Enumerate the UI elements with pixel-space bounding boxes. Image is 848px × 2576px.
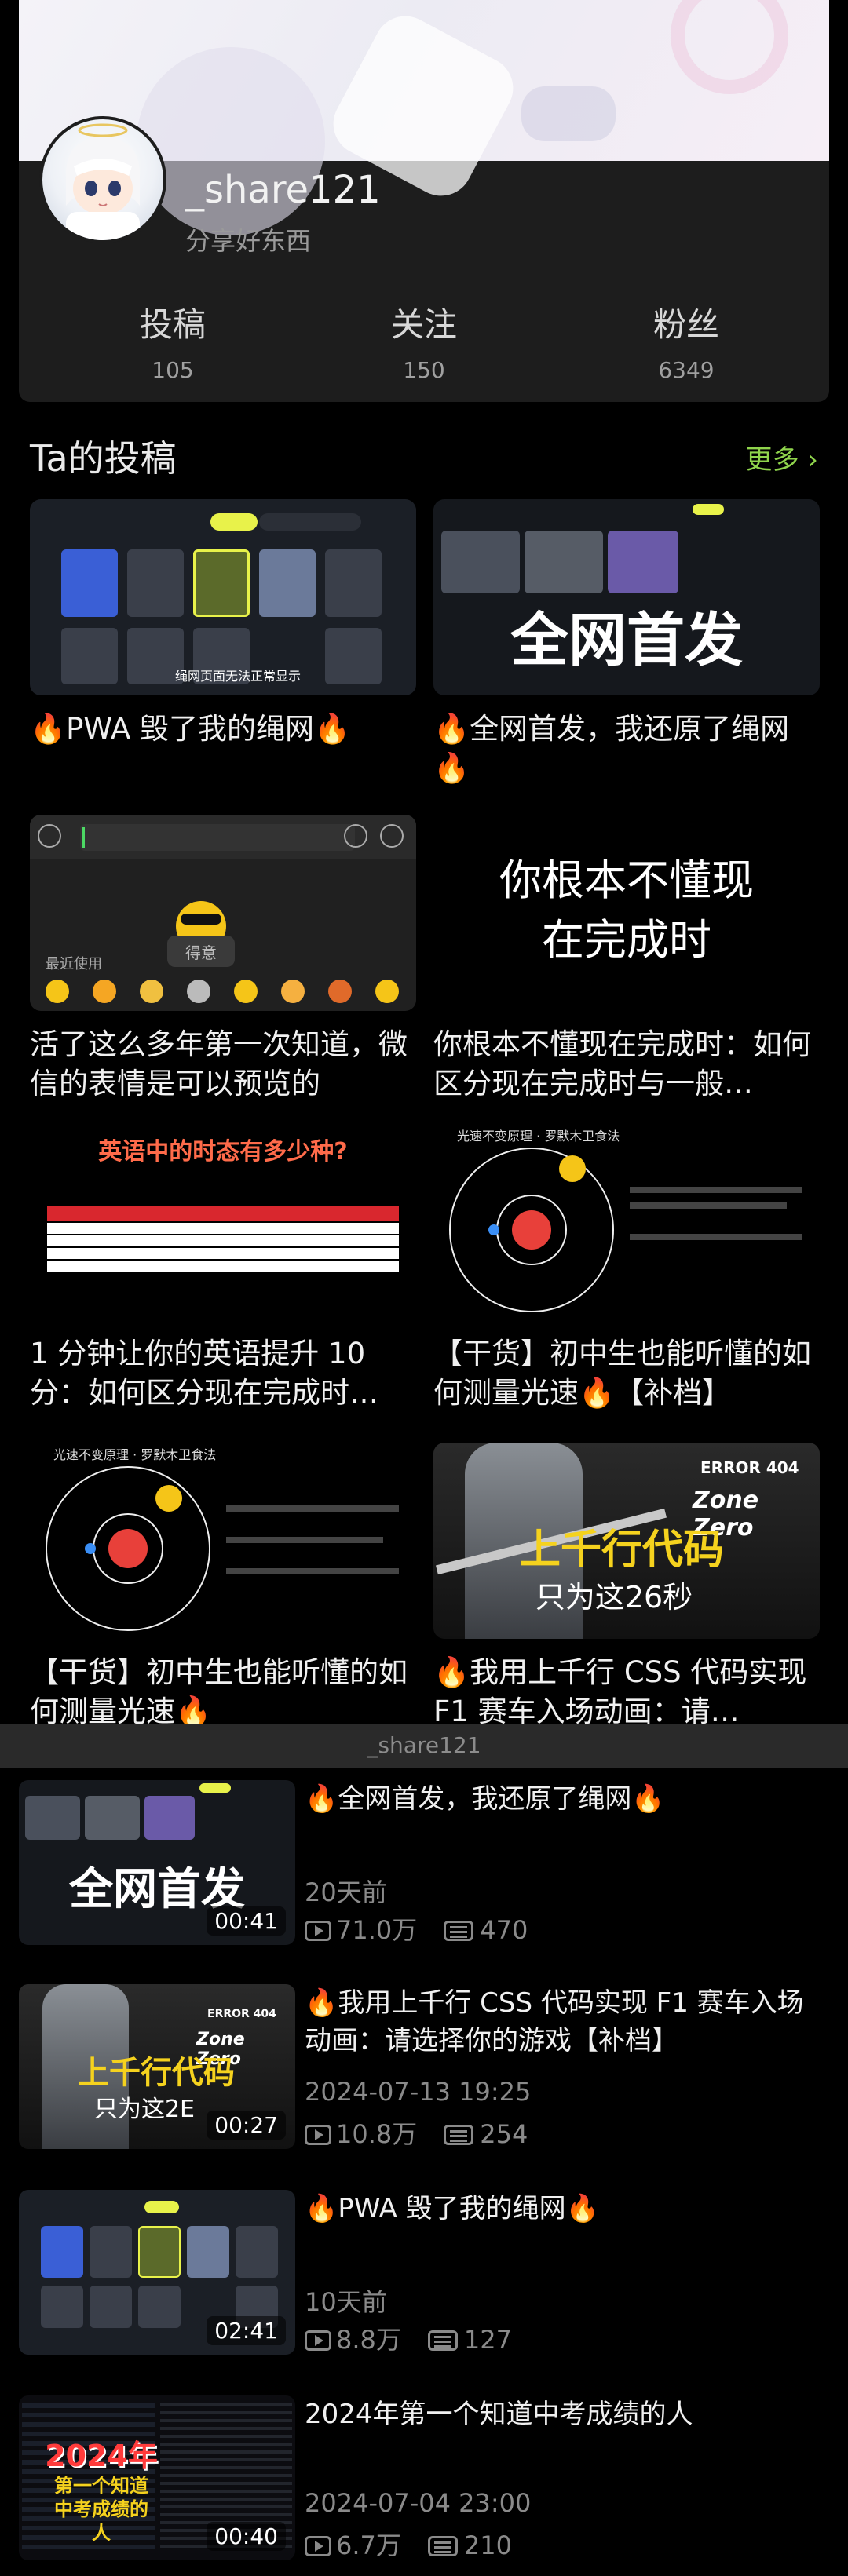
stat-label: 粉丝 <box>652 305 719 344</box>
publish-date: 20天前 <box>305 1877 387 1907</box>
thumb-caption: 光速不变原理 · 罗默木卫食法 <box>457 1129 620 1144</box>
video-thumbnail: 全网首发 00:41 <box>19 1780 295 1945</box>
thumb-caption: 你根本不懂现在完成时 <box>499 856 754 965</box>
video-thumbnail: 光速不变原理 · 罗默木卫食法 <box>30 1443 416 1639</box>
video-stats: 8.8万 127 <box>305 2320 512 2356</box>
list-item[interactable]: 2024年 第一个知道中考成绩的人 00:40 2024年第一个知道中考成绩的人… <box>0 2395 848 2568</box>
view-count: 8.8万 <box>336 2325 401 2355</box>
stat-label: 关注 <box>390 305 457 344</box>
duration-badge: 00:27 <box>207 2111 286 2140</box>
play-count-icon <box>305 1921 331 1941</box>
list-item[interactable]: 02:41 🔥PWA 毁了我的绳网🔥 10天前 8.8万 127 <box>0 2190 848 2363</box>
video-stats: 10.8万 254 <box>305 2114 528 2151</box>
publish-date: 10天前 <box>305 2287 387 2317</box>
profile-card: _share121 分享好东西 投稿 105 关注 150 粉丝 6349 <box>19 0 829 402</box>
view-count: 10.8万 <box>336 2119 418 2149</box>
stat-posts[interactable]: 投稿 105 <box>86 298 259 383</box>
view-count: 71.0万 <box>336 1915 418 1945</box>
video-thumbnail: ERROR 404 Zone Zero 上千行代码 只为这2E 00:27 <box>19 1984 295 2149</box>
video-thumbnail: 02:41 <box>19 2190 295 2355</box>
video-title: 【干货】初中生也能听懂的如何测量光速🔥 <box>30 1655 408 1728</box>
stat-value: 6349 <box>658 357 715 383</box>
thumb-sub: 最近使用 <box>46 956 102 972</box>
list-item[interactable]: 全网首发 00:41 🔥全网首发，我还原了绳网🔥 20天前 71.0万 470 <box>0 1780 848 1953</box>
play-count-icon <box>305 2125 331 2145</box>
list-item[interactable]: ERROR 404 Zone Zero 上千行代码 只为这2E 00:27 🔥我… <box>0 1984 848 2157</box>
stat-followers[interactable]: 粉丝 6349 <box>600 298 773 383</box>
comment-count: 254 <box>480 2119 528 2149</box>
video-title: 活了这么多年第一次知道，微信的表情是可以预览的 <box>30 1027 408 1100</box>
video-thumbnail: ERROR 404 Zone Zero 上千行代码 只为这26秒 <box>433 1443 820 1639</box>
stat-value: 105 <box>152 357 194 383</box>
play-count-icon <box>305 2330 331 2351</box>
duration-badge: 02:41 <box>207 2316 286 2345</box>
view-count: 6.7万 <box>336 2530 401 2560</box>
danmaku-icon <box>427 2536 458 2556</box>
danmaku-icon <box>444 1921 474 1941</box>
video-thumbnail: 英语中的时态有多少种? <box>30 1124 416 1320</box>
avatar[interactable] <box>39 116 166 243</box>
comment-count: 127 <box>463 2325 512 2355</box>
video-title: 你根本不懂现在完成时：如何区分现在完成时与一般… <box>433 1027 811 1100</box>
danmaku-icon <box>444 2125 474 2145</box>
video-title: 🔥我用上千行 CSS 代码实现 F1 赛车入场动画：请… <box>433 1655 807 1728</box>
video-title: 🔥PWA 毁了我的绳网🔥 <box>305 2193 599 2224</box>
video-title: 🔥我用上千行 CSS 代码实现 F1 赛车入场动画：请选择你的游戏【补档】 <box>305 1987 804 2056</box>
duration-badge: 00:41 <box>207 1906 286 1936</box>
video-title: 🔥PWA 毁了我的绳网🔥 <box>30 712 351 746</box>
duration-badge: 00:40 <box>207 2522 286 2551</box>
publish-date: 2024-07-04 23:00 <box>305 2488 532 2518</box>
thumb-caption: 上千行代码 <box>78 2055 235 2091</box>
bio: 分享好东西 <box>185 226 312 256</box>
video-thumbnail: 2024年 第一个知道中考成绩的人 00:40 <box>19 2395 295 2560</box>
section-title: Ta的投稿 <box>30 437 177 480</box>
thumb-caption: 上千行代码 <box>520 1527 725 1574</box>
video-title: 1 分钟让你的英语提升 10 分：如何区分现在完成时… <box>30 1337 378 1410</box>
thumb-caption: 英语中的时态有多少种? <box>98 1138 348 1166</box>
publish-date: 2024-07-13 19:25 <box>305 2077 532 2107</box>
stat-following[interactable]: 关注 150 <box>338 298 510 383</box>
video-title: 【干货】初中生也能听懂的如何测量光速🔥【补档】 <box>433 1337 811 1410</box>
danmaku-icon <box>427 2330 458 2351</box>
username: _share121 <box>185 168 381 212</box>
thumb-caption: 全网首发 <box>510 607 743 674</box>
thumb-caption: 得意 <box>185 943 217 962</box>
thumb-caption: 绳网页面无法正常显示 <box>174 669 301 684</box>
play-count-icon <box>305 2536 331 2556</box>
video-title: 🔥全网首发，我还原了绳网🔥 <box>305 1783 665 1815</box>
thumb-sub: 只为这2E <box>93 2096 196 2123</box>
video-stats: 71.0万 470 <box>305 1910 528 1947</box>
more-link[interactable]: 更多 › <box>746 438 818 476</box>
sticky-username-bar: _share121 <box>0 1724 848 1768</box>
thumb-caption: 光速不变原理 · 罗默木卫食法 <box>53 1447 217 1462</box>
thumb-caption: 2024年 <box>45 2439 158 2473</box>
video-thumbnail: 你根本不懂现在完成时 <box>433 815 820 1011</box>
video-thumbnail: 光速不变原理 · 罗默木卫食法 <box>433 1124 820 1320</box>
stat-value: 150 <box>403 357 445 383</box>
thumb-sub: 只为这26秒 <box>535 1580 693 1615</box>
comment-count: 470 <box>480 1915 528 1945</box>
video-stats: 6.7万 210 <box>305 2526 512 2562</box>
thumb-sub: 第一个知道中考成绩的人 <box>54 2475 148 2544</box>
video-title: 2024年第一个知道中考成绩的人 <box>305 2399 693 2430</box>
video-thumbnail: 得意 最近使用 <box>30 815 416 1011</box>
video-thumbnail: 绳网页面无法正常显示 <box>30 499 416 695</box>
comment-count: 210 <box>463 2530 512 2560</box>
stat-label: 投稿 <box>139 305 206 344</box>
video-thumbnail: 全网首发 <box>433 499 820 695</box>
video-title: 🔥全网首发，我还原了绳网🔥 <box>433 712 790 785</box>
